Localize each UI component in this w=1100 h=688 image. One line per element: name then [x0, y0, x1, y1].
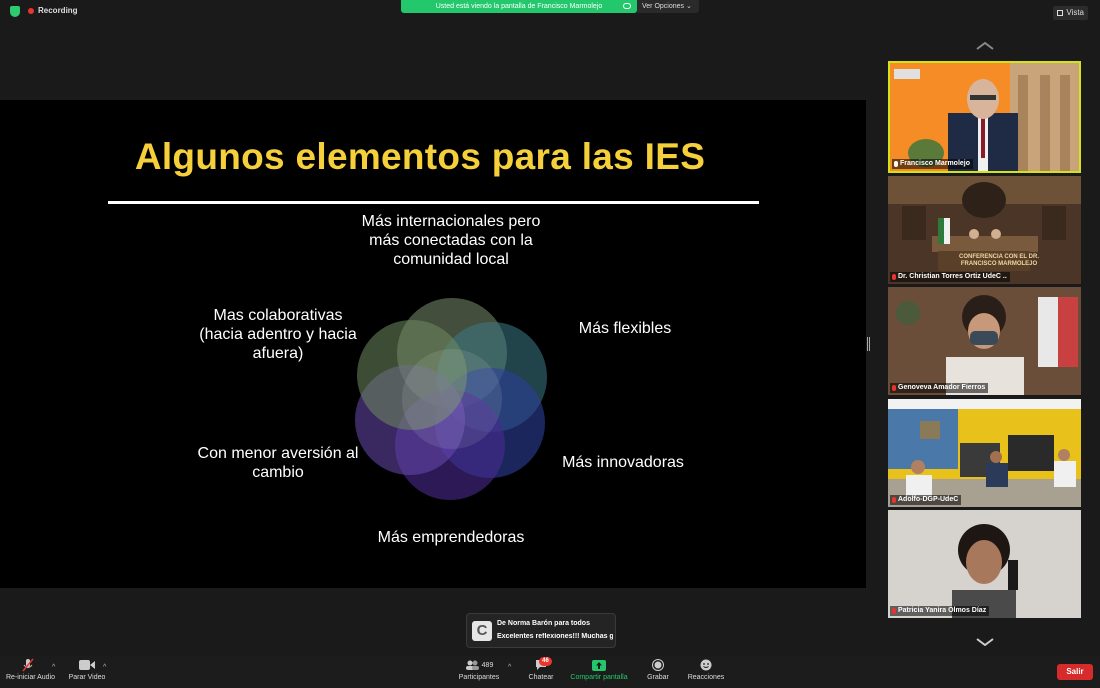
cloud-icon: [623, 3, 631, 9]
reactions-label: Reacciones: [687, 674, 725, 681]
audio-options-caret-icon[interactable]: ^: [52, 664, 55, 671]
muted-mic-icon: [892, 608, 896, 614]
recording-dot-icon: [28, 7, 34, 14]
video-feed: [890, 63, 1079, 171]
grid-icon: [1057, 10, 1064, 16]
venn-diagram: [355, 298, 547, 500]
venn-circle-center: [402, 349, 502, 449]
chat-notification[interactable]: C De Norma Barón para todos Excelentes r…: [466, 613, 616, 648]
security-shield-icon[interactable]: [10, 6, 20, 17]
audio-button[interactable]: Re-iniciar Audio: [6, 658, 56, 681]
video-tile-genoveva-amador[interactable]: Genoveva Amador Fierros: [888, 287, 1081, 395]
view-options-label: Ver Opciones: [642, 3, 685, 10]
record-icon: [652, 659, 664, 671]
video-feed: [888, 287, 1081, 395]
label-flexibles: Más flexibles: [578, 320, 672, 337]
mic-icon: [894, 161, 898, 167]
participant-name-label: Genoveva Amador Fierros: [890, 383, 989, 393]
video-tile-adolfo-dgp[interactable]: Adolfo-DGP-UdeC: [888, 399, 1081, 507]
muted-mic-icon: [892, 497, 896, 503]
label-emprendedoras: Más emprendedoras: [377, 529, 525, 546]
view-options-button[interactable]: Ver Opciones ⌄: [637, 0, 699, 13]
video-tile-francisco-marmolejo[interactable]: Francisco Marmolejo: [888, 61, 1081, 173]
share-banner-text: Usted está viendo la pantalla de Francis…: [435, 3, 603, 10]
share-screen-button[interactable]: Compartir pantalla: [567, 658, 631, 681]
participants-button[interactable]: 489 Participantes: [456, 658, 502, 681]
participant-name-label: Francisco Marmolejo: [892, 159, 974, 169]
video-feed: [888, 399, 1081, 507]
slide-title: Algunos elementos para las IES: [134, 136, 706, 177]
reactions-button[interactable]: Reacciones: [685, 658, 727, 681]
muted-mic-icon: [892, 274, 896, 280]
chat-button[interactable]: 46 Chatear: [524, 657, 558, 681]
participant-name-label: Patricia Yanira Olmos Díaz: [890, 606, 990, 616]
audio-label: Re-iniciar Audio: [6, 674, 56, 681]
video-tile-christian-torres[interactable]: CONFERENCIA CON EL DR. FRANCISCO MARMOLE…: [888, 176, 1081, 284]
leave-meeting-button[interactable]: Salir: [1057, 664, 1093, 680]
video-feed: [888, 510, 1081, 618]
smiley-icon: [700, 659, 712, 671]
participant-name-label: Adolfo-DGP-UdeC: [890, 495, 962, 505]
record-label: Grabar: [647, 674, 669, 681]
label-internacionales: Más internacionales pero más conectadas …: [361, 213, 541, 268]
chat-sender: De Norma Barón para todos: [497, 620, 590, 627]
label-colaborativas: Mas colaborativas (hacia adentro y hacia…: [199, 307, 357, 362]
share-screen-label: Compartir pantalla: [570, 674, 628, 681]
participants-count: 489: [481, 661, 494, 669]
view-button[interactable]: Vista: [1053, 6, 1088, 20]
chat-label: Chatear: [528, 674, 554, 681]
view-label: Vista: [1066, 8, 1084, 17]
record-button[interactable]: Grabar: [644, 658, 672, 681]
recording-indicator[interactable]: Recording: [28, 6, 78, 15]
video-label: Parar Video: [68, 674, 106, 681]
shared-screen: Algunos elementos para las IES Más inter…: [0, 100, 866, 588]
chat-message-preview: Excelentes reflexiones!!! Muchas g...: [497, 633, 613, 640]
label-menor-aversion: Con menor aversión al cambio: [197, 445, 359, 481]
gallery-scroll-up-button[interactable]: [976, 42, 994, 50]
top-bar: Recording Usted está viendo la pantalla …: [0, 0, 1100, 24]
chevron-down-icon: [976, 638, 994, 646]
zoom-meeting-window: Recording Usted está viendo la pantalla …: [0, 0, 1100, 688]
sender-avatar: C: [472, 621, 492, 641]
share-screen-icon: [592, 659, 606, 671]
participants-icon: [465, 660, 479, 670]
chevron-down-icon: ⌄: [685, 3, 692, 10]
screen-share-banner: Usted está viendo la pantalla de Francis…: [401, 0, 637, 13]
splitter-handle[interactable]: [867, 337, 870, 351]
video-options-caret-icon[interactable]: ^: [103, 664, 106, 671]
video-button[interactable]: Parar Video: [68, 658, 106, 681]
video-camera-icon: [68, 658, 106, 672]
muted-mic-icon: [892, 385, 896, 391]
label-innovadoras: Más innovadoras: [562, 454, 684, 471]
muted-mic-icon: [6, 658, 50, 672]
participants-label: Participantes: [458, 674, 500, 681]
conference-sign: CONFERENCIA CON EL DR. FRANCISCO MARMOLE…: [958, 254, 1039, 267]
chat-unread-badge: 46: [539, 657, 552, 666]
gallery-scroll-down-button[interactable]: [976, 638, 994, 646]
recording-label: Recording: [38, 6, 78, 15]
participants-options-caret-icon[interactable]: ^: [508, 664, 511, 671]
slide-divider: [108, 201, 759, 204]
meeting-toolbar: Re-iniciar Audio ^ Parar Video ^ 489 Par…: [0, 656, 1100, 688]
participant-name-label: Dr. Christian Torres Ortiz UdeC ..: [890, 272, 1010, 282]
chevron-up-icon: [976, 42, 994, 50]
video-tile-patricia-olmos[interactable]: Patricia Yanira Olmos Díaz: [888, 510, 1081, 618]
